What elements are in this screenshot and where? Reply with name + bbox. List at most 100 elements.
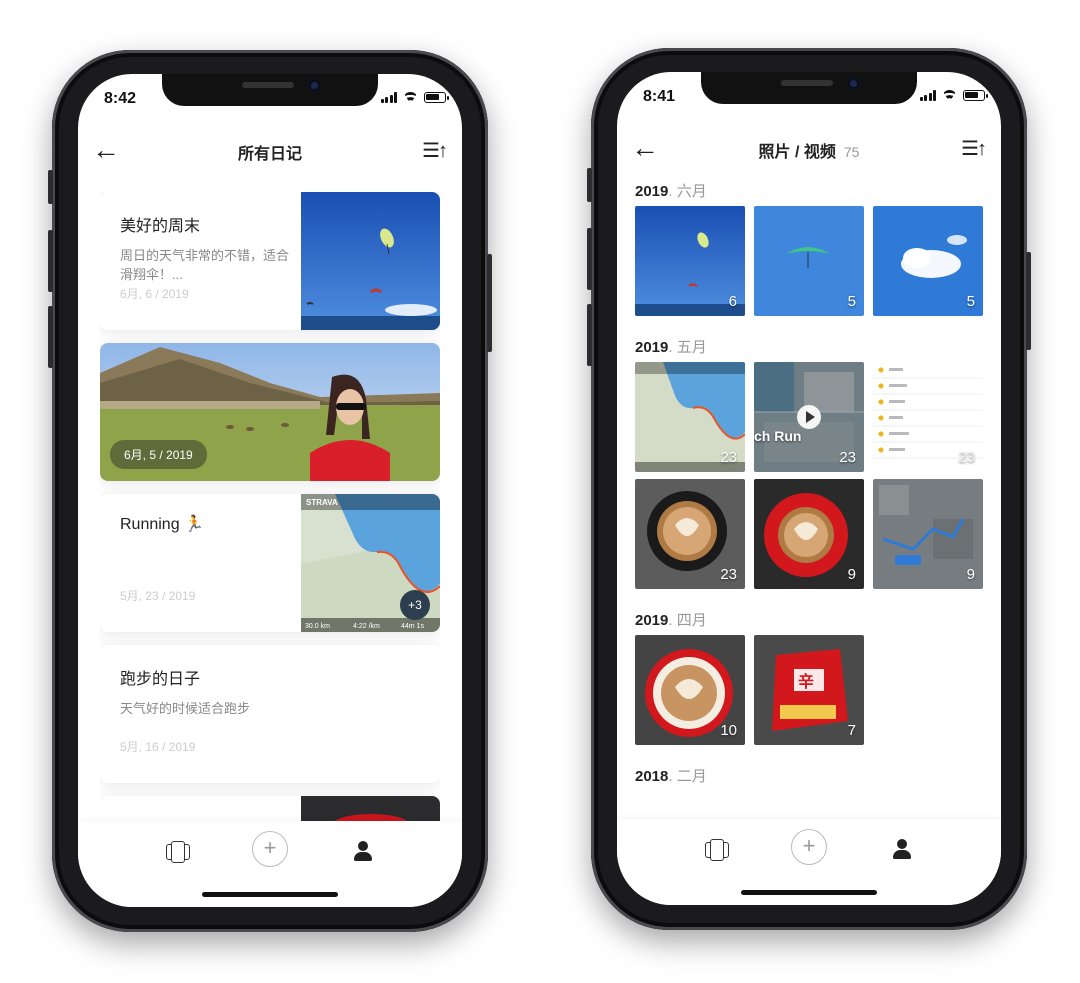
sort-icon[interactable]: ☰↑ — [961, 136, 987, 161]
volume-down-button — [48, 306, 53, 368]
volume-up-button — [48, 230, 53, 292]
battery-icon — [963, 90, 988, 101]
entry-title: 跑步的日子 — [120, 671, 201, 688]
month-header: 2019. 五月 — [635, 332, 983, 362]
volume-up-button — [587, 228, 592, 290]
nav-bar: ← 照片 / 视频 75 ☰↑ — [617, 128, 1001, 170]
video-caption: ch Run — [754, 428, 802, 444]
diary-entry-card[interactable]: 6月, 5 / 2019 — [100, 343, 440, 481]
mute-switch — [587, 168, 592, 202]
photo-tile[interactable]: 5 — [873, 206, 983, 316]
month-header: 2019. 六月 — [635, 176, 983, 206]
right-phone: 8:41 ← 照片 / 视频 75 ☰↑ 2019. 六月 6 5 5 2019… — [587, 48, 1031, 930]
year-label: 2019 — [635, 339, 669, 356]
month-label: . 五月 — [668, 339, 707, 356]
photo-count: 7 — [847, 722, 856, 739]
right-screen: 8:41 ← 照片 / 视频 75 ☰↑ 2019. 六月 6 5 5 2019… — [617, 72, 1001, 905]
photo-tile[interactable]: 5 — [754, 206, 864, 316]
photo-count: 6 — [728, 293, 737, 310]
photo-tile[interactable]: 23 — [873, 362, 983, 472]
sort-icon[interactable]: ☰↑ — [422, 138, 448, 163]
diary-entry-card[interactable]: Running 🏃 5月, 23 / 2019 STRAVA 30.0 km 4… — [100, 494, 440, 632]
add-entry-button[interactable]: + — [252, 831, 288, 867]
photo-tile[interactable]: 10 — [635, 635, 745, 745]
month-label: . 四月 — [668, 612, 707, 629]
page-title: 照片 / 视频 75 — [617, 138, 1001, 162]
year-label: 2019 — [635, 183, 669, 200]
year-label: 2019 — [635, 612, 669, 629]
month-header: 2019. 四月 — [635, 605, 983, 635]
page-title: 所有日记 — [237, 146, 302, 163]
month-label: . 二月 — [668, 768, 707, 785]
photo-tile[interactable]: 23 — [635, 362, 745, 472]
cards-tab-icon[interactable] — [166, 841, 190, 863]
photo-count: 23 — [958, 449, 975, 466]
wifi-icon — [403, 92, 418, 103]
left-phone: 8:42 ← 所有日记 ☰↑ 美好的周末 周日的天气非常的不错，适合滑翔伞！..… — [48, 50, 492, 932]
svg-text:辛: 辛 — [798, 672, 814, 691]
photo-count: 23 — [720, 566, 737, 583]
media-count: 75 — [843, 144, 860, 160]
add-entry-button[interactable]: + — [791, 829, 827, 865]
svg-text:30.0 km: 30.0 km — [305, 623, 330, 630]
entry-desc: 周日的天气非常的不错，适合滑翔伞！... — [120, 248, 290, 282]
entry-date: 6月, 6 / 2019 — [120, 287, 189, 301]
entry-title: Running 🏃 — [120, 516, 204, 533]
notch — [162, 74, 378, 106]
entry-thumbnail: STRAVA 30.0 km 4:22 /km 44m 1s +3 — [301, 494, 440, 632]
photo-count: 9 — [966, 566, 975, 583]
wifi-icon — [942, 90, 957, 101]
home-indicator — [741, 890, 877, 895]
photo-count: 5 — [966, 293, 975, 310]
video-tile[interactable]: ch Run 23 — [754, 362, 864, 472]
photo-count: 9 — [847, 566, 856, 583]
diary-entry-card[interactable]: 跑步的日子 天气好的时候适合跑步 5月, 16 / 2019 — [100, 645, 440, 783]
page-title-text: 照片 / 视频 — [758, 144, 836, 161]
profile-tab-icon[interactable] — [893, 839, 911, 859]
entry-thumbnail — [301, 192, 440, 330]
entry-title: 美好的周末 — [120, 218, 201, 235]
entry-date: 5月, 16 / 2019 — [120, 740, 196, 754]
diary-entry-card[interactable]: 美好的周末 周日的天气非常的不错，适合滑翔伞！... 6月, 6 / 2019 — [100, 192, 440, 330]
nav-bar: ← 所有日记 ☰↑ — [78, 130, 462, 172]
volume-down-button — [587, 304, 592, 366]
battery-icon — [424, 92, 449, 103]
photo-count: 23 — [839, 449, 856, 466]
svg-text:STRAVA: STRAVA — [306, 498, 338, 507]
notch — [701, 72, 917, 104]
entry-date-badge: 6月, 5 / 2019 — [110, 440, 207, 469]
more-photos-badge: +3 — [400, 590, 430, 620]
photo-tile[interactable]: 9 — [873, 479, 983, 589]
power-button — [1026, 252, 1031, 350]
diary-entry-card[interactable] — [100, 796, 440, 821]
photo-tile[interactable]: 23 — [635, 479, 745, 589]
left-screen: 8:42 ← 所有日记 ☰↑ 美好的周末 周日的天气非常的不错，适合滑翔伞！..… — [78, 74, 462, 907]
entry-thumbnail — [301, 796, 440, 821]
photo-tile[interactable]: 6 — [635, 206, 745, 316]
photo-count: 5 — [847, 293, 856, 310]
profile-tab-icon[interactable] — [354, 841, 372, 861]
svg-text:44m 1s: 44m 1s — [401, 623, 424, 630]
status-time: 8:41 — [643, 88, 676, 105]
mute-switch — [48, 170, 53, 204]
play-icon[interactable] — [797, 405, 821, 429]
cards-tab-icon[interactable] — [705, 839, 729, 861]
entry-desc: 天气好的时候适合跑步 — [120, 701, 251, 716]
month-label: . 六月 — [668, 183, 707, 200]
power-button — [487, 254, 492, 352]
home-indicator — [202, 892, 338, 897]
tab-bar: + — [617, 819, 1001, 905]
signal-icon — [919, 90, 936, 101]
photo-tile[interactable]: 9 — [754, 479, 864, 589]
photo-count: 10 — [720, 722, 737, 739]
month-header: 2018. 二月 — [635, 761, 983, 791]
signal-icon — [380, 92, 397, 103]
tab-bar: + — [78, 821, 462, 907]
media-gallery: 2019. 六月 6 5 5 2019. 五月 23 ch Run 23 23 … — [635, 176, 983, 819]
status-time: 8:42 — [104, 90, 137, 107]
entry-date: 5月, 23 / 2019 — [120, 589, 196, 603]
year-label: 2018 — [635, 768, 669, 785]
diary-list: 美好的周末 周日的天气非常的不错，适合滑翔伞！... 6月, 6 / 2019 — [100, 192, 440, 821]
photo-tile[interactable]: 辛 7 — [754, 635, 864, 745]
photo-count: 23 — [720, 449, 737, 466]
